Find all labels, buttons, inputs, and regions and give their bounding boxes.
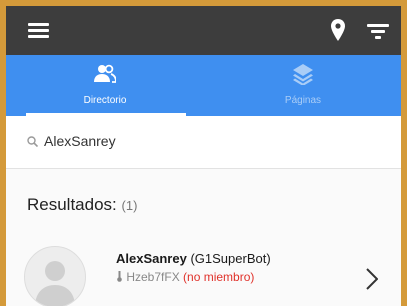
tab-paginas-label: Páginas [284,95,322,106]
search-icon [27,136,38,147]
layers-icon [293,64,313,85]
top-app-bar [6,6,401,55]
chevron-right-icon[interactable] [366,268,378,290]
location-pin-icon[interactable] [331,19,345,41]
result-details: Hzeb7fFX (no miembro) [116,270,254,284]
tab-bar: Directorio Páginas [6,55,401,116]
result-username: AlexSanrey [116,251,187,266]
result-list-item[interactable]: AlexSanrey (G1SuperBot) Hzeb7fFX (no mie… [6,234,401,306]
results-header: Resultados: (1) [27,195,137,215]
result-alias: (G1SuperBot) [190,251,271,266]
app-frame: Directorio Páginas AlexSanrey Resultados… [6,6,401,306]
people-icon [94,64,116,83]
search-input[interactable]: AlexSanrey [44,133,116,149]
result-id: Hzeb7fFX [126,270,180,284]
results-label: Resultados: [27,195,117,214]
tab-directorio-label: Directorio [83,95,127,106]
avatar [24,246,86,306]
filter-icon[interactable] [367,24,389,39]
menu-icon[interactable] [28,23,49,38]
thermometer-icon [117,271,122,282]
user-placeholder-icon [35,261,75,306]
result-name: AlexSanrey (G1SuperBot) [116,251,271,266]
search-bar[interactable]: AlexSanrey [6,116,401,169]
membership-status: (no miembro) [183,270,255,284]
results-count: (1) [121,198,138,213]
tab-paginas[interactable]: Páginas [204,55,401,116]
tab-directorio[interactable]: Directorio [6,55,204,116]
